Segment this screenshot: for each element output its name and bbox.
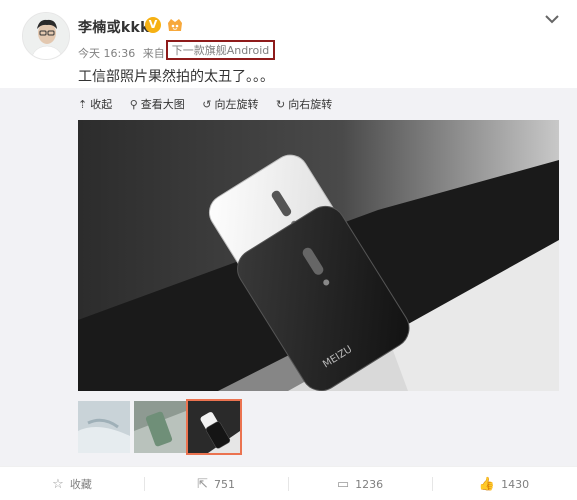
view-large-label: 查看大图	[140, 98, 185, 111]
rotate-left-button[interactable]: ↺ 向左旋转	[202, 96, 258, 112]
rotate-right-icon: ↻	[276, 97, 286, 111]
avatar[interactable]	[22, 12, 70, 60]
media-panel: ⇡ 收起 ⚲ 查看大图 ↺ 向左旋转 ↻ 向右旋转 MEIZU	[0, 88, 577, 466]
collapse-label: 收起	[90, 98, 113, 111]
comment-button[interactable]: ▭ 1236	[288, 467, 432, 500]
rotate-right-label: 向右旋转	[288, 98, 333, 111]
thumbnail-3-selected[interactable]	[186, 399, 242, 455]
weibo-post-card: 李楠或kkk V 今天 16:36 来自 下一款旗舰Android 工信部照片果然…	[0, 0, 577, 500]
favorite-label: 收藏	[69, 478, 92, 491]
post-meta: 今天 16:36 来自 下一款旗舰Android	[78, 40, 276, 63]
repost-icon: ⇱	[197, 476, 208, 492]
rotate-right-button[interactable]: ↻ 向右旋转	[276, 96, 332, 112]
rotate-left-label: 向左旋转	[214, 98, 259, 111]
post-text: 工信部照片果然拍的太丑了。。。	[78, 69, 274, 85]
like-count: 1430	[501, 477, 530, 491]
post-time[interactable]: 今天 16:36	[78, 45, 135, 61]
collapse-button[interactable]: ⇡ 收起	[78, 96, 112, 112]
rotate-left-icon: ↺	[202, 97, 212, 111]
favorite-button[interactable]: ☆ 收藏	[0, 467, 144, 500]
vip-crown-icon[interactable]	[166, 16, 184, 33]
image-toolbar: ⇡ 收起 ⚲ 查看大图 ↺ 向左旋转 ↻ 向右旋转	[78, 96, 346, 112]
collapse-icon: ⇡	[78, 97, 88, 111]
from-label: 来自	[142, 47, 165, 60]
thumbs-up-icon: 👍	[478, 476, 496, 492]
thumbnail-2[interactable]	[134, 401, 186, 453]
action-bar: ☆ 收藏 ⇱ 751 ▭ 1236 👍 1430	[0, 466, 577, 500]
repost-button[interactable]: ⇱ 751	[144, 467, 288, 500]
main-photo[interactable]: MEIZU	[78, 120, 559, 391]
thumbnail-1[interactable]	[78, 401, 130, 453]
star-icon: ☆	[52, 476, 64, 492]
verified-icon: V	[145, 17, 161, 33]
chevron-down-icon[interactable]	[542, 12, 562, 28]
like-button[interactable]: 👍 1430	[432, 467, 576, 500]
comment-icon: ▭	[336, 476, 350, 492]
view-large-button[interactable]: ⚲ 查看大图	[130, 96, 185, 112]
post-source[interactable]: 下一款旗舰Android	[165, 40, 276, 60]
repost-count: 751	[213, 477, 235, 491]
search-icon: ⚲	[129, 97, 138, 111]
author-name[interactable]: 李楠或kkk	[78, 17, 150, 37]
comment-count: 1236	[355, 477, 384, 491]
